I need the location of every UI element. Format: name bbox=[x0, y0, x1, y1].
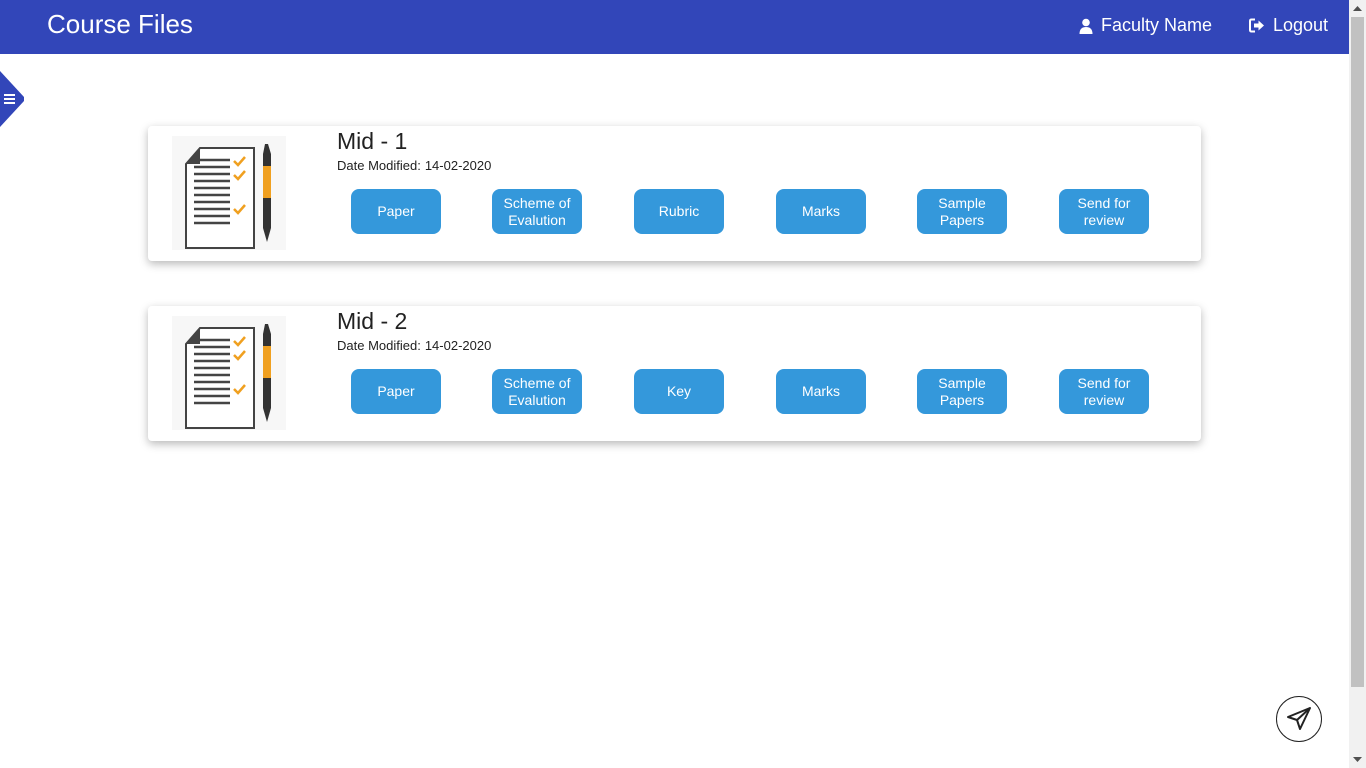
paper-plane-icon bbox=[1287, 707, 1311, 730]
sample-papers-button[interactable]: Sample Papers bbox=[917, 369, 1007, 414]
rubric-button[interactable]: Rubric bbox=[634, 189, 724, 234]
vertical-scrollbar[interactable] bbox=[1349, 0, 1366, 768]
user-name: Faculty Name bbox=[1101, 15, 1213, 35]
send-for-review-button[interactable]: Send for review bbox=[1059, 189, 1149, 234]
date-modified: Date Modified: 14-02-2020 bbox=[337, 338, 491, 353]
paper-button[interactable]: Paper bbox=[351, 369, 441, 414]
logout-label: Logout bbox=[1273, 15, 1329, 35]
document-checklist-icon bbox=[172, 136, 286, 250]
document-checklist-icon bbox=[172, 316, 286, 430]
date-modified: Date Modified: 14-02-2020 bbox=[337, 158, 491, 173]
marks-button[interactable]: Marks bbox=[776, 369, 866, 414]
paper-button[interactable]: Paper bbox=[351, 189, 441, 234]
menu-icon bbox=[4, 94, 15, 104]
scroll-up-icon[interactable] bbox=[1349, 0, 1366, 17]
key-button[interactable]: Key bbox=[634, 369, 724, 414]
logout-icon bbox=[1249, 18, 1264, 33]
scheme-of-evaluation-button[interactable]: Scheme of Evalution bbox=[492, 189, 582, 234]
exam-title: Mid - 2 bbox=[337, 308, 408, 334]
marks-button[interactable]: Marks bbox=[776, 189, 866, 234]
send-for-review-button[interactable]: Send for review bbox=[1059, 369, 1149, 414]
sample-papers-button[interactable]: Sample Papers bbox=[917, 189, 1007, 234]
user-icon bbox=[1079, 18, 1093, 34]
send-button[interactable] bbox=[1276, 696, 1322, 742]
date-value: 14-02-2020 bbox=[424, 158, 492, 173]
scheme-of-evaluation-button[interactable]: Scheme of Evalution bbox=[492, 369, 582, 414]
date-label: Date Modified: bbox=[337, 338, 421, 353]
scrollbar-thumb[interactable] bbox=[1351, 17, 1364, 687]
exam-card-mid-2: Mid - 2 Date Modified: 14-02-2020 Paper … bbox=[148, 306, 1201, 441]
user-menu[interactable]: Faculty Name bbox=[1079, 15, 1212, 36]
top-navbar: Course Files Faculty Name Logout bbox=[0, 0, 1349, 54]
date-label: Date Modified: bbox=[337, 158, 421, 173]
app-title: Course Files bbox=[47, 9, 193, 39]
logout-button[interactable]: Logout bbox=[1249, 15, 1328, 36]
date-value: 14-02-2020 bbox=[424, 338, 492, 353]
sidebar-toggle[interactable] bbox=[0, 71, 25, 127]
exam-title: Mid - 1 bbox=[337, 128, 408, 154]
page: Course Files Faculty Name Logout Mid - 1… bbox=[0, 0, 1349, 768]
scroll-down-icon[interactable] bbox=[1349, 751, 1366, 768]
exam-card-mid-1: Mid - 1 Date Modified: 14-02-2020 Paper … bbox=[148, 126, 1201, 261]
